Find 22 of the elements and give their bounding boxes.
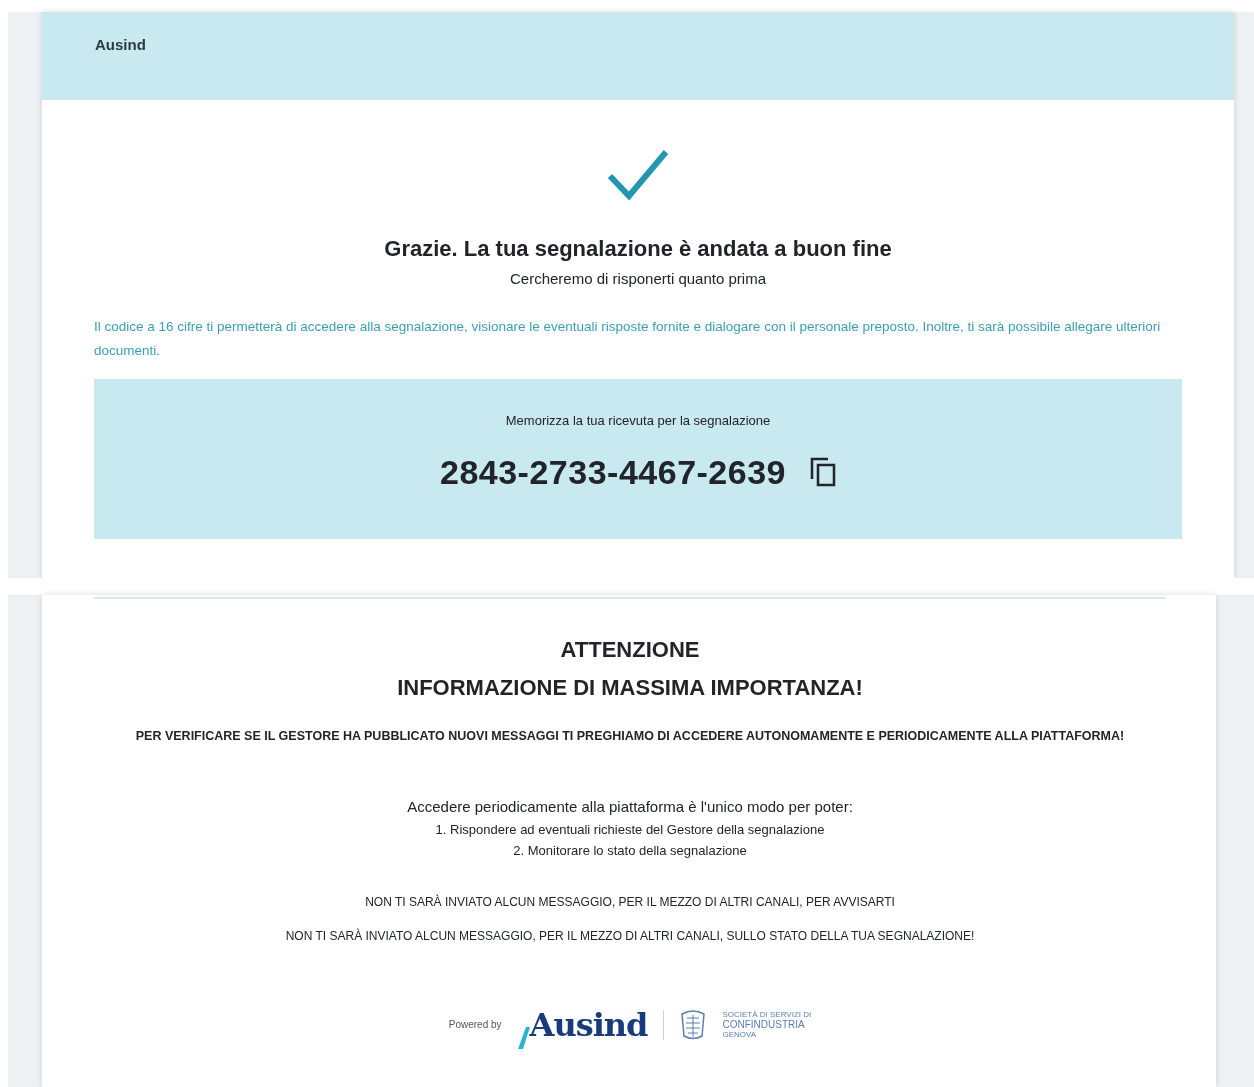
slash-logo-icon bbox=[517, 1026, 530, 1049]
powered-by-text: Powered by bbox=[448, 1018, 502, 1032]
emblem-icon bbox=[680, 1009, 707, 1040]
receipt-code: 2843-2733-4467-2639 bbox=[440, 451, 786, 493]
copy-icon[interactable] bbox=[810, 457, 836, 487]
disclaimer-text: NON TI SARÀ INVIATO ALCUN MESSAGGIO, PER IL MEZZO DI ALTRI CANALI, PER AVVISARTI bbox=[365, 893, 895, 911]
intro-text: Accedere periodicamente alla piattaforma è l'unico modo per poter: bbox=[407, 797, 853, 817]
partner-text: GENOVA bbox=[722, 1030, 758, 1039]
step-text: 2. Monitorare lo stato della segnalazione bbox=[513, 841, 747, 860]
logo-text: Ausind bbox=[529, 1004, 648, 1046]
notice-heading: ATTENZIONE bbox=[560, 636, 700, 664]
notice-heading: INFORMAZIONE DI MASSIMA IMPORTANZA! bbox=[397, 674, 863, 702]
success-title: Grazie. La tua segnalazione è andata a buon fine bbox=[384, 236, 892, 263]
warning-text: PER VERIFICARE SE IL GESTORE HA PUBBLICATO NUOVI MESSAGGI TI PREGHIAMO DI ACCEDERE AUTONOMAMENTE E PERIODICAMENTE ALLA PIATTAFORMA! bbox=[135, 728, 1125, 745]
info-text: Il codice a 16 cifre ti permetterà di accedere alla segnalazione, visionare le eventuali risposte fornite e dialogare con il personale preposto. Inoltre, ti sarà possibile allegare ulteriori documenti. bbox=[94, 319, 1161, 358]
partner-text: SOCIETÀ DI SERVIZI DI bbox=[722, 1010, 812, 1019]
step-text: 1. Rispondere ad eventuali richieste del Gestore della segnalazione bbox=[435, 820, 825, 839]
success-subtitle: Cercheremo di risponerti quanto prima bbox=[510, 270, 766, 287]
receipt-label: Memorizza la tua ricevuta per la segnalazione bbox=[505, 412, 771, 430]
partner-text: CONFINDUSTRIA bbox=[722, 1019, 806, 1030]
brand-name: Ausind bbox=[95, 35, 146, 55]
disclaimer-text: NON TI SARÀ INVIATO ALCUN MESSAGGIO, PER IL MEZZO DI ALTRI CANALI, SULLO STATO DELLA TUA SEGNALAZIONE! bbox=[285, 927, 975, 945]
